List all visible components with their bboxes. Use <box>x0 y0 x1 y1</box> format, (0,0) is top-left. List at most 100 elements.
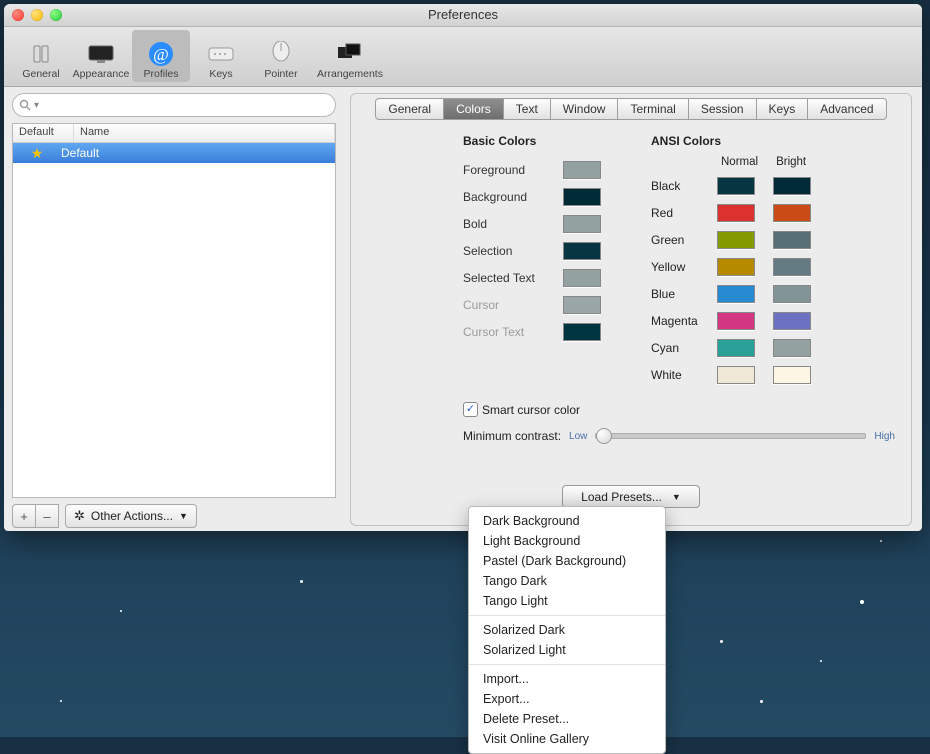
color-swatch[interactable] <box>563 161 601 179</box>
ansi-normal-swatch[interactable] <box>717 339 755 357</box>
contrast-low: Low <box>569 431 587 442</box>
toolbar-profiles[interactable]: @ Profiles <box>132 30 190 82</box>
smart-cursor-label: Smart cursor color <box>482 403 580 417</box>
tab-advanced[interactable]: Advanced <box>808 98 886 120</box>
preset-menu-item[interactable]: Light Background <box>469 531 665 551</box>
color-swatch[interactable] <box>563 269 601 287</box>
contrast-label: Minimum contrast: <box>463 429 561 443</box>
tab-terminal[interactable]: Terminal <box>618 98 688 120</box>
ansi-label: Blue <box>651 287 717 301</box>
smart-cursor-checkbox[interactable]: ✓ <box>463 402 478 417</box>
load-presets-button[interactable]: Load Presets... ▼ <box>562 485 700 508</box>
color-label: Foreground <box>463 163 563 177</box>
ansi-normal-swatch[interactable] <box>717 312 755 330</box>
toolbar-appearance[interactable]: Appearance <box>72 30 130 82</box>
profiles-table: Default Name ★ Default <box>12 123 336 498</box>
titlebar: Preferences <box>4 4 922 27</box>
toolbar-pointer[interactable]: Pointer <box>252 30 310 82</box>
ansi-bright-swatch[interactable] <box>773 285 811 303</box>
ansi-bright-swatch[interactable] <box>773 258 811 276</box>
contrast-slider[interactable] <box>595 433 866 439</box>
ansi-heading: ANSI Colors <box>651 134 829 148</box>
color-swatch[interactable] <box>563 296 601 314</box>
dropdown-icon: ▼ <box>179 511 188 521</box>
preset-menu-item[interactable]: Tango Light <box>469 591 665 611</box>
color-label: Selected Text <box>463 271 563 285</box>
minimize-button[interactable] <box>31 9 43 21</box>
ansi-label: Green <box>651 233 717 247</box>
profile-search-input[interactable] <box>39 98 329 112</box>
color-swatch[interactable] <box>563 242 601 260</box>
svg-text:@: @ <box>153 45 169 64</box>
col-name[interactable]: Name <box>74 124 335 142</box>
preset-menu-item[interactable]: Tango Dark <box>469 571 665 591</box>
preset-menu-item[interactable]: Dark Background <box>469 511 665 531</box>
window-title: Preferences <box>428 7 498 22</box>
preset-menu-item[interactable]: Solarized Light <box>469 640 665 660</box>
tab-window[interactable]: Window <box>551 98 619 120</box>
search-icon <box>19 99 31 111</box>
profile-name: Default <box>61 146 99 160</box>
color-swatch[interactable] <box>563 323 601 341</box>
appearance-icon <box>87 40 115 68</box>
keys-icon <box>207 40 235 68</box>
ansi-bright-swatch[interactable] <box>773 339 811 357</box>
preset-menu-item[interactable]: Solarized Dark <box>469 620 665 640</box>
remove-profile-button[interactable]: – <box>36 504 59 528</box>
preset-menu-item[interactable]: Visit Online Gallery <box>469 729 665 749</box>
ansi-label: Cyan <box>651 341 717 355</box>
ansi-bright-swatch[interactable] <box>773 231 811 249</box>
preset-menu-item[interactable]: Export... <box>469 689 665 709</box>
profiles-icon: @ <box>147 40 175 68</box>
presets-menu: Dark BackgroundLight BackgroundPastel (D… <box>468 506 666 754</box>
close-button[interactable] <box>12 9 24 21</box>
color-swatch[interactable] <box>563 215 601 233</box>
ansi-colors: ANSI Colors Normal Bright BlackRedGreenY… <box>651 134 829 388</box>
ansi-normal-swatch[interactable] <box>717 258 755 276</box>
profile-row[interactable]: ★ Default <box>13 143 335 163</box>
ansi-normal-swatch[interactable] <box>717 366 755 384</box>
preset-menu-item[interactable]: Pastel (Dark Background) <box>469 551 665 571</box>
ansi-normal-swatch[interactable] <box>717 177 755 195</box>
ansi-normal-swatch[interactable] <box>717 231 755 249</box>
ansi-head-bright: Bright <box>776 156 806 168</box>
add-profile-button[interactable]: + <box>12 504 36 528</box>
color-label: Selection <box>463 244 563 258</box>
toolbar-arrangements[interactable]: Arrangements <box>312 30 388 82</box>
color-label: Background <box>463 190 563 204</box>
preset-menu-item[interactable]: Delete Preset... <box>469 709 665 729</box>
basic-heading: Basic Colors <box>463 134 601 148</box>
zoom-button[interactable] <box>50 9 62 21</box>
ansi-label: Red <box>651 206 717 220</box>
ansi-label: White <box>651 368 717 382</box>
ansi-bright-swatch[interactable] <box>773 312 811 330</box>
tab-colors[interactable]: Colors <box>444 98 504 120</box>
gear-icon: ✲ <box>74 508 85 524</box>
color-label: Bold <box>463 217 563 231</box>
tab-general[interactable]: General <box>375 98 444 120</box>
ansi-bright-swatch[interactable] <box>773 366 811 384</box>
profile-tabs: General Colors Text Window Terminal Sess… <box>367 98 895 120</box>
basic-colors: Basic Colors Foreground Background Bold Sel… <box>463 134 601 388</box>
star-icon: ★ <box>13 145 61 162</box>
preset-menu-item[interactable]: Import... <box>469 669 665 689</box>
pointer-icon <box>267 40 295 68</box>
color-label: Cursor <box>463 298 563 312</box>
toolbar-general[interactable]: General <box>12 30 70 82</box>
tab-text[interactable]: Text <box>504 98 551 120</box>
ansi-normal-swatch[interactable] <box>717 285 755 303</box>
ansi-bright-swatch[interactable] <box>773 177 811 195</box>
toolbar-keys[interactable]: Keys <box>192 30 250 82</box>
ansi-head-normal: Normal <box>721 156 758 168</box>
color-swatch[interactable] <box>563 188 601 206</box>
ansi-bright-swatch[interactable] <box>773 204 811 222</box>
tab-session[interactable]: Session <box>689 98 757 120</box>
ansi-normal-swatch[interactable] <box>717 204 755 222</box>
tab-keys[interactable]: Keys <box>757 98 809 120</box>
slider-knob[interactable] <box>596 428 612 444</box>
profile-search[interactable]: ▾ <box>12 93 336 117</box>
col-default[interactable]: Default <box>13 124 74 142</box>
other-actions-button[interactable]: ✲ Other Actions... ▼ <box>65 504 197 528</box>
ansi-label: Black <box>651 179 717 193</box>
contrast-high: High <box>874 431 895 442</box>
